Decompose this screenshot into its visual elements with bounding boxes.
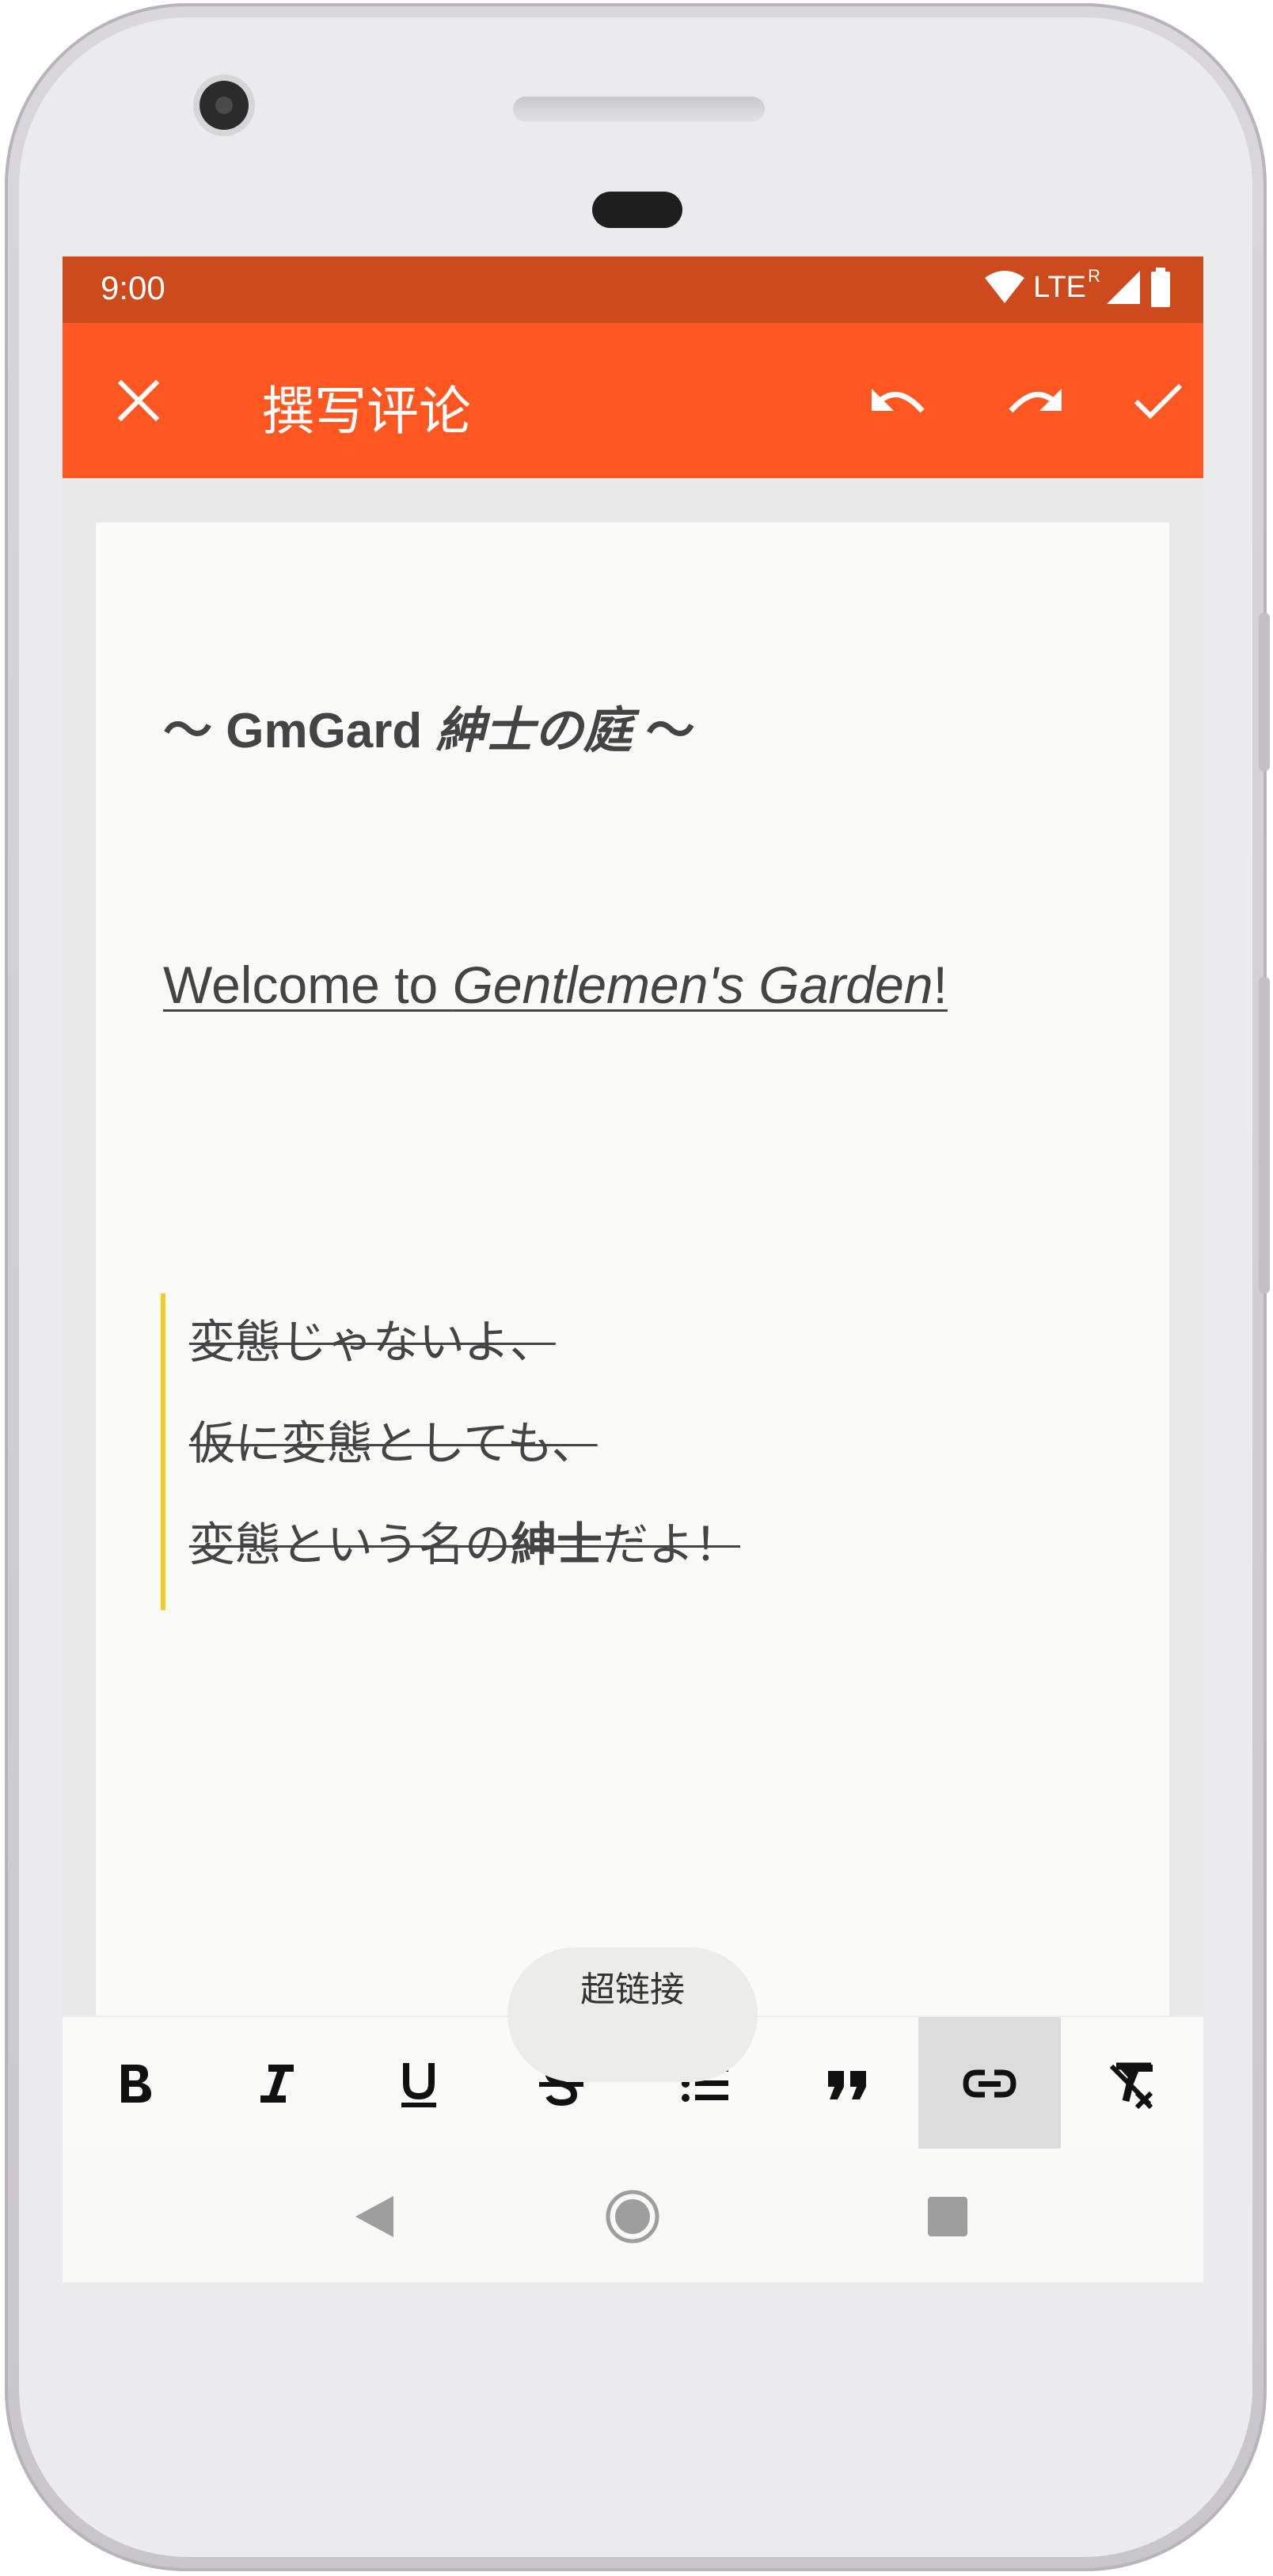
quote-line-2: 仮に変態としても、 <box>189 1416 598 1470</box>
network-type: LTE R <box>1033 266 1100 305</box>
signal-icon <box>1107 271 1140 304</box>
app-toolbar: 撰写评论 <box>63 323 1203 478</box>
welcome-suffix: ! <box>933 956 948 1014</box>
redo-button[interactable] <box>994 361 1073 440</box>
bold-icon <box>121 2065 152 2103</box>
quote-line-3-suffix: だよ！ <box>602 1518 741 1571</box>
quote-icon <box>827 2071 866 2099</box>
back-triangle-icon <box>355 2196 393 2237</box>
quote-line-3: 変態という名の紳士だよ！ <box>189 1491 740 1598</box>
link-icon <box>963 2069 1016 2098</box>
heading-italic: 紳士の庭 <box>435 704 633 758</box>
home-button[interactable] <box>598 2182 667 2251</box>
clear-format-icon <box>1109 2062 1153 2110</box>
recents-square-icon <box>928 2197 967 2236</box>
back-button[interactable] <box>340 2182 409 2251</box>
screen: 9:00 LTE R 撰写评论 ～ GmGard 紳士の庭 ～ Welcome … <box>63 256 1203 2282</box>
recents-button[interactable] <box>913 2182 982 2251</box>
battery-icon <box>1151 268 1170 307</box>
done-button[interactable] <box>1119 361 1198 440</box>
redo-icon <box>1009 389 1062 413</box>
quote-line-1: 変態じゃないよ、 <box>189 1315 556 1369</box>
italic-button[interactable] <box>205 2017 348 2150</box>
page-title: 撰写评论 <box>262 381 471 442</box>
welcome-line: Welcome to Gentlemen's Garden! <box>163 955 948 1015</box>
power-button <box>1259 613 1270 771</box>
roaming-indicator: R <box>1088 265 1100 286</box>
link-button[interactable] <box>918 2017 1061 2150</box>
navigation-bar <box>63 2149 1203 2282</box>
home-circle-icon <box>606 2190 659 2244</box>
quote-line-3-prefix: 変態という名の <box>189 1518 511 1571</box>
rich-text-editor[interactable]: ～ GmGard 紳士の庭 ～ Welcome to Gentlemen's G… <box>96 522 1169 2050</box>
status-icons: LTE R <box>984 266 1172 307</box>
quote-line-3-bold: 紳士 <box>511 1518 603 1571</box>
volume-button <box>1259 977 1270 1294</box>
heading-suffix: ～ <box>632 704 695 758</box>
status-time: 9:00 <box>101 269 165 306</box>
wifi-icon <box>985 271 1025 303</box>
bold-button[interactable] <box>63 2017 205 2150</box>
underline-icon <box>401 2063 437 2107</box>
clear-format-button[interactable] <box>1061 2017 1203 2150</box>
heading-prefix: ～ GmGard <box>163 704 436 758</box>
status-bar: 9:00 LTE R <box>63 256 1203 323</box>
quote-button[interactable] <box>776 2017 918 2150</box>
welcome-italic: Gentlemen's Garden <box>452 956 933 1014</box>
blockquote: 変態じゃないよ、 仮に変態としても、 変態という名の紳士だよ！ <box>161 1294 740 1610</box>
undo-icon <box>872 389 925 413</box>
tooltip-text: 超链接 <box>580 1970 685 2010</box>
undo-button[interactable] <box>861 361 940 440</box>
link-tooltip: 超链接 <box>507 1947 758 2082</box>
check-icon <box>1134 383 1183 420</box>
editor-heading: ～ GmGard 紳士の庭 ～ <box>163 690 695 762</box>
close-icon <box>117 379 160 422</box>
welcome-prefix: Welcome to <box>163 956 453 1014</box>
underline-button[interactable] <box>348 2017 490 2150</box>
close-button[interactable] <box>99 361 178 440</box>
italic-icon <box>260 2065 294 2103</box>
network-label: LTE <box>1033 270 1086 304</box>
earpiece-speaker <box>513 97 765 122</box>
proximity-sensor <box>592 192 682 228</box>
front-camera <box>200 81 249 130</box>
